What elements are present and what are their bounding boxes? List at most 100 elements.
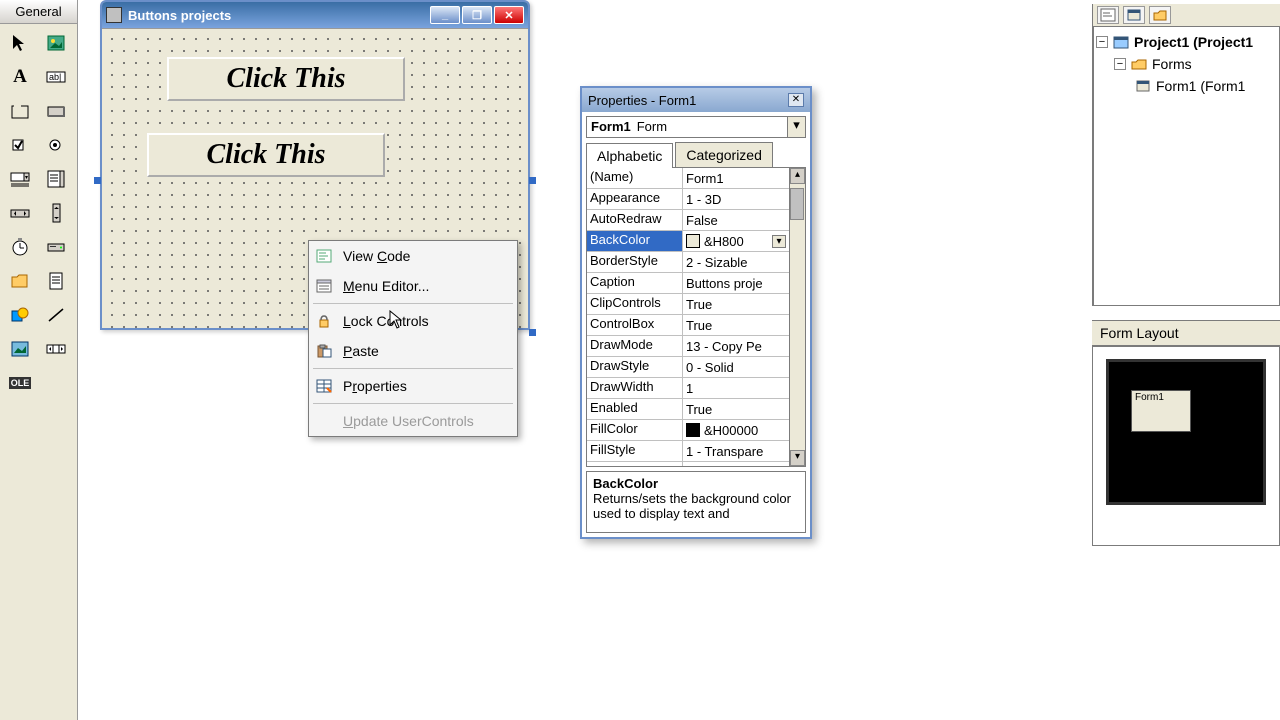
property-value[interactable]: 2 - Sizable xyxy=(683,252,789,272)
properties-grid[interactable]: (Name)Form1Appearance1 - 3DAutoRedrawFal… xyxy=(587,168,789,466)
property-row[interactable]: BackColor&H800▾ xyxy=(587,231,789,252)
property-value[interactable]: True xyxy=(683,315,789,335)
line-tool[interactable] xyxy=(38,298,74,332)
view-code-button[interactable] xyxy=(1097,6,1119,24)
scroll-down-button[interactable]: ▾ xyxy=(790,450,805,466)
property-value[interactable]: 0 - Solid xyxy=(683,357,789,377)
pointer-tool[interactable] xyxy=(2,26,38,60)
tree-forms-folder[interactable]: − Forms xyxy=(1096,53,1277,75)
frame-tool[interactable] xyxy=(2,94,38,128)
selection-handle[interactable] xyxy=(529,329,536,336)
commandbutton-tool[interactable] xyxy=(38,94,74,128)
properties-scrollbar[interactable]: ▴ ▾ xyxy=(789,168,805,466)
listbox-tool[interactable] xyxy=(38,162,74,196)
dropdown-arrow-icon[interactable]: ▾ xyxy=(787,117,805,137)
shape-tool[interactable] xyxy=(2,298,38,332)
tab-alphabetic[interactable]: Alphabetic xyxy=(586,143,673,168)
view-object-button[interactable] xyxy=(1123,6,1145,24)
property-value[interactable]: &H00000 xyxy=(683,420,789,440)
property-name: BackColor xyxy=(587,231,683,251)
property-name: ClipControls xyxy=(587,294,683,314)
button-click-this-1[interactable]: Click This xyxy=(167,57,405,101)
dropdown-arrow-icon[interactable]: ▾ xyxy=(772,235,786,248)
button-click-this-2[interactable]: Click This xyxy=(147,133,385,177)
tab-categorized[interactable]: Categorized xyxy=(675,142,773,167)
property-row[interactable]: EnabledTrue xyxy=(587,399,789,420)
image-tool[interactable] xyxy=(2,332,38,366)
property-value[interactable]: 1 - Transpare xyxy=(683,441,789,461)
tree-toggle-icon[interactable]: − xyxy=(1114,58,1126,70)
menu-view-code[interactable]: View Code xyxy=(309,241,517,271)
dropdown-arrow-icon[interactable]: ▾ xyxy=(772,466,786,467)
property-value[interactable]: True xyxy=(683,294,789,314)
project-icon xyxy=(1112,34,1130,50)
property-row[interactable]: AutoRedrawFalse xyxy=(587,210,789,231)
property-value[interactable]: MS Sans Serif▾ xyxy=(683,462,789,466)
drivelistbox-tool[interactable] xyxy=(38,230,74,264)
property-value-text: MS Sans Serif xyxy=(686,465,769,467)
properties-title: Properties - Form1 xyxy=(588,93,788,108)
picturebox-tool[interactable] xyxy=(38,26,74,60)
property-row[interactable]: DrawStyle0 - Solid xyxy=(587,357,789,378)
filelistbox-tool[interactable] xyxy=(38,264,74,298)
minimize-button[interactable]: _ xyxy=(430,6,460,24)
property-value[interactable]: 1 - 3D xyxy=(683,189,789,209)
property-row[interactable]: Appearance1 - 3D xyxy=(587,189,789,210)
properties-titlebar[interactable]: Properties - Form1 ✕ xyxy=(582,88,810,112)
property-value[interactable]: 1 xyxy=(683,378,789,398)
tree-form1[interactable]: Form1 (Form1 xyxy=(1096,75,1277,97)
hscrollbar-tool[interactable] xyxy=(2,196,38,230)
selection-handle[interactable] xyxy=(94,177,101,184)
ole-tool[interactable]: OLE xyxy=(2,366,38,400)
checkbox-tool[interactable] xyxy=(2,128,38,162)
close-button[interactable]: ✕ xyxy=(494,6,524,24)
tree-project-root[interactable]: − Project1 (Project1 xyxy=(1096,31,1277,53)
property-value[interactable]: 13 - Copy Pe xyxy=(683,336,789,356)
data-tool[interactable] xyxy=(38,332,74,366)
scroll-up-button[interactable]: ▴ xyxy=(790,168,805,184)
scroll-thumb[interactable] xyxy=(790,188,804,220)
property-row[interactable]: (Name)Form1 xyxy=(587,168,789,189)
property-row[interactable]: DrawWidth1 xyxy=(587,378,789,399)
mini-form-preview[interactable]: Form1 xyxy=(1131,390,1191,432)
project-tree[interactable]: − Project1 (Project1 − Forms Form1 (Form… xyxy=(1093,26,1280,306)
form-layout-body[interactable]: Form1 xyxy=(1092,346,1280,546)
property-row[interactable]: ClipControlsTrue xyxy=(587,294,789,315)
form-titlebar[interactable]: Buttons projects _ ❐ ✕ xyxy=(102,2,528,28)
property-name: Enabled xyxy=(587,399,683,419)
property-value[interactable]: Form1 xyxy=(683,168,789,188)
property-value[interactable]: False xyxy=(683,210,789,230)
property-value[interactable]: &H800▾ xyxy=(683,231,789,251)
property-description: BackColor Returns/sets the background co… xyxy=(586,471,806,533)
svg-text:ab|: ab| xyxy=(49,72,61,82)
menu-menu-editor[interactable]: Menu Editor... xyxy=(309,271,517,301)
combobox-tool[interactable] xyxy=(2,162,38,196)
property-row[interactable]: DrawMode13 - Copy Pe xyxy=(587,336,789,357)
dirlistbox-tool[interactable] xyxy=(2,264,38,298)
timer-tool[interactable] xyxy=(2,230,38,264)
property-value[interactable]: True xyxy=(683,399,789,419)
menu-label: Update UserControls xyxy=(343,413,474,429)
toggle-folders-button[interactable] xyxy=(1149,6,1171,24)
selection-handle[interactable] xyxy=(529,177,536,184)
property-value-text: True xyxy=(686,402,712,417)
properties-close-button[interactable]: ✕ xyxy=(788,93,804,107)
menu-properties[interactable]: Properties xyxy=(309,371,517,401)
vscrollbar-tool[interactable] xyxy=(38,196,74,230)
property-row[interactable]: CaptionButtons proje xyxy=(587,273,789,294)
property-row[interactable]: FontMS Sans Serif▾ xyxy=(587,462,789,466)
optionbutton-tool[interactable] xyxy=(38,128,74,162)
menu-lock-controls[interactable]: Lock Controls xyxy=(309,306,517,336)
property-row[interactable]: ControlBoxTrue xyxy=(587,315,789,336)
label-tool[interactable]: A xyxy=(2,60,38,94)
property-row[interactable]: FillColor&H00000 xyxy=(587,420,789,441)
color-swatch-icon xyxy=(686,423,700,437)
tree-toggle-icon[interactable]: − xyxy=(1096,36,1108,48)
property-value[interactable]: Buttons proje xyxy=(683,273,789,293)
object-selector[interactable]: Form1 Form ▾ xyxy=(586,116,806,138)
property-row[interactable]: FillStyle1 - Transpare xyxy=(587,441,789,462)
maximize-button[interactable]: ❐ xyxy=(462,6,492,24)
textbox-tool[interactable]: ab| xyxy=(38,60,74,94)
property-row[interactable]: BorderStyle2 - Sizable xyxy=(587,252,789,273)
menu-paste[interactable]: Paste xyxy=(309,336,517,366)
